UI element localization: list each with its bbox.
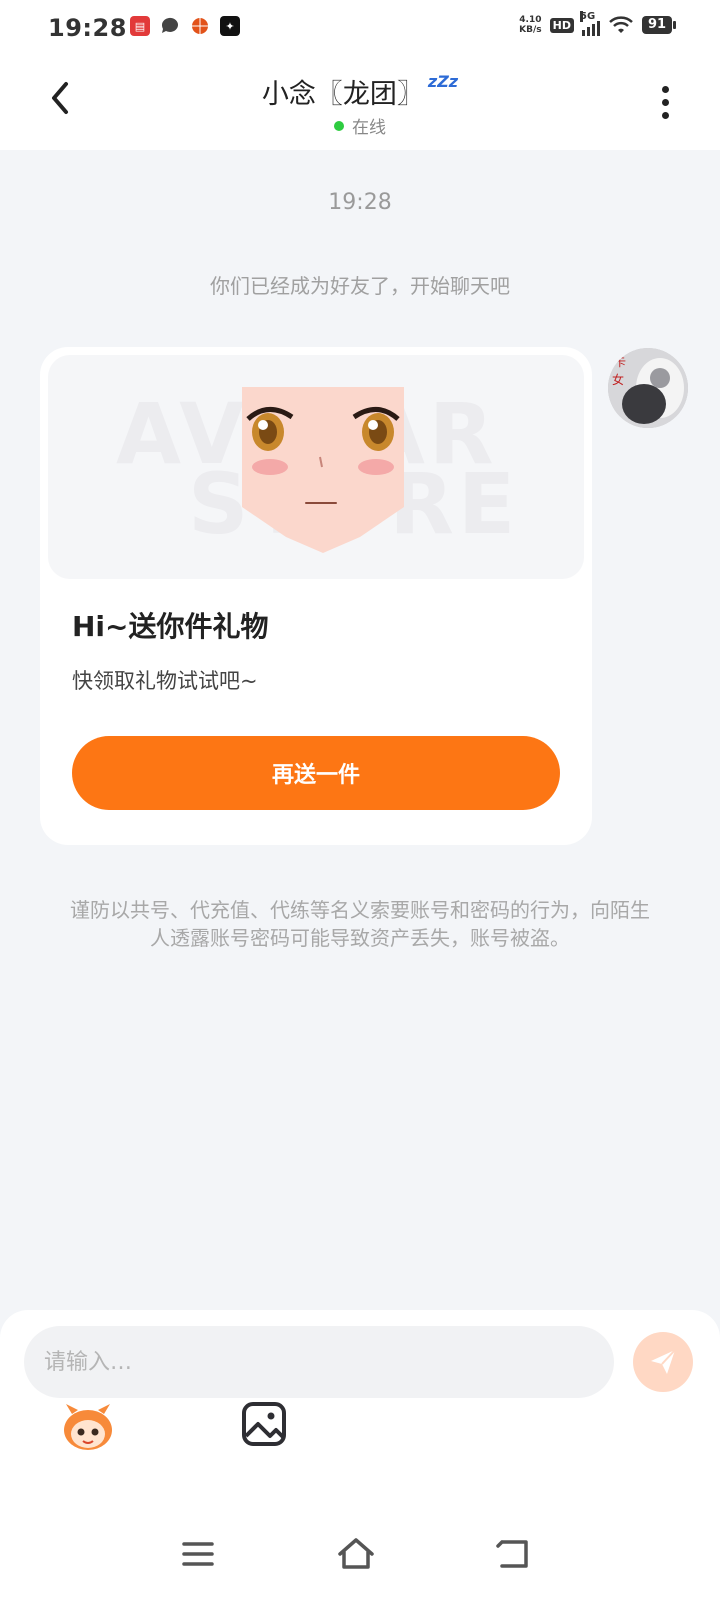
- app-notification-icon: ▤: [130, 16, 150, 36]
- sleep-icon: zZz: [427, 72, 459, 91]
- net-speed: 4.10 KB/s: [519, 15, 541, 35]
- send-button[interactable]: [633, 1332, 693, 1392]
- battery-icon: 91: [642, 16, 676, 34]
- send-icon: [651, 1349, 676, 1374]
- basketball-app-icon: [190, 16, 210, 36]
- svg-text:卡: 卡: [614, 355, 626, 369]
- send-another-gift-button[interactable]: 再送一件: [72, 736, 560, 810]
- image-icon: [242, 1402, 286, 1446]
- status-time: 19:28: [48, 14, 127, 42]
- notification-icons: ▤ ✦: [130, 16, 240, 36]
- signal-icon: 5G: [580, 11, 600, 36]
- online-status: 在线: [0, 113, 720, 138]
- net-speed-value: 4.10: [519, 15, 542, 25]
- online-status-label: 在线: [352, 118, 386, 138]
- gift-image: AVATAR STORE: [48, 355, 584, 579]
- gift-card[interactable]: AVATAR STORE Hi~送你件礼物 快领取礼物试试吧~ 再送一件: [40, 347, 592, 845]
- network-type: 5G: [580, 11, 596, 22]
- emoji-mascot-button[interactable]: [58, 1396, 118, 1456]
- anime-face-icon: [242, 387, 404, 553]
- contact-name: 小念〖龙团〗: [261, 79, 424, 110]
- back-icon: [496, 1540, 528, 1568]
- online-dot-icon: [334, 120, 344, 131]
- security-warning: 谨防以共号、代充值、代练等名义索要账号和密码的行为，向陌生人透露账号密码可能导致…: [70, 898, 650, 950]
- contact-info[interactable]: 小念〖龙团〗 zZz 在线: [0, 72, 720, 138]
- menu-icon: [182, 1542, 214, 1566]
- home-icon: [338, 1538, 374, 1569]
- message-input[interactable]: [24, 1326, 614, 1398]
- star-app-icon: ✦: [220, 16, 240, 36]
- gift-title: Hi~送你件礼物: [72, 610, 269, 643]
- wifi-icon: [609, 16, 633, 33]
- svg-text:女: 女: [612, 372, 624, 387]
- menu-button[interactable]: [178, 1534, 218, 1574]
- image-button[interactable]: [238, 1398, 298, 1458]
- back-nav-button[interactable]: [494, 1534, 534, 1574]
- net-speed-unit: KB/s: [519, 25, 542, 35]
- gift-subtitle: 快领取礼物试试吧~: [72, 669, 258, 693]
- system-indicators: 4.10 KB/s HD 5G 91: [519, 11, 676, 36]
- hd-icon: HD: [549, 17, 574, 33]
- avatar[interactable]: 卡 女: [608, 348, 688, 428]
- chat-header: 小念〖龙团〗 zZz 在线: [0, 58, 720, 150]
- status-bar: 19:28 ▤ ✦ 4.10 KB/s HD 5G 91: [0, 0, 720, 58]
- chat-timestamp: 19:28: [328, 190, 392, 215]
- home-button[interactable]: [336, 1534, 376, 1574]
- system-nav-bar: [0, 1500, 720, 1600]
- message-icon: [160, 16, 180, 36]
- system-message: 你们已经成为好友了，开始聊天吧: [210, 274, 510, 298]
- emoji-mascot-icon: [64, 1404, 112, 1450]
- more-options-button[interactable]: [660, 86, 670, 119]
